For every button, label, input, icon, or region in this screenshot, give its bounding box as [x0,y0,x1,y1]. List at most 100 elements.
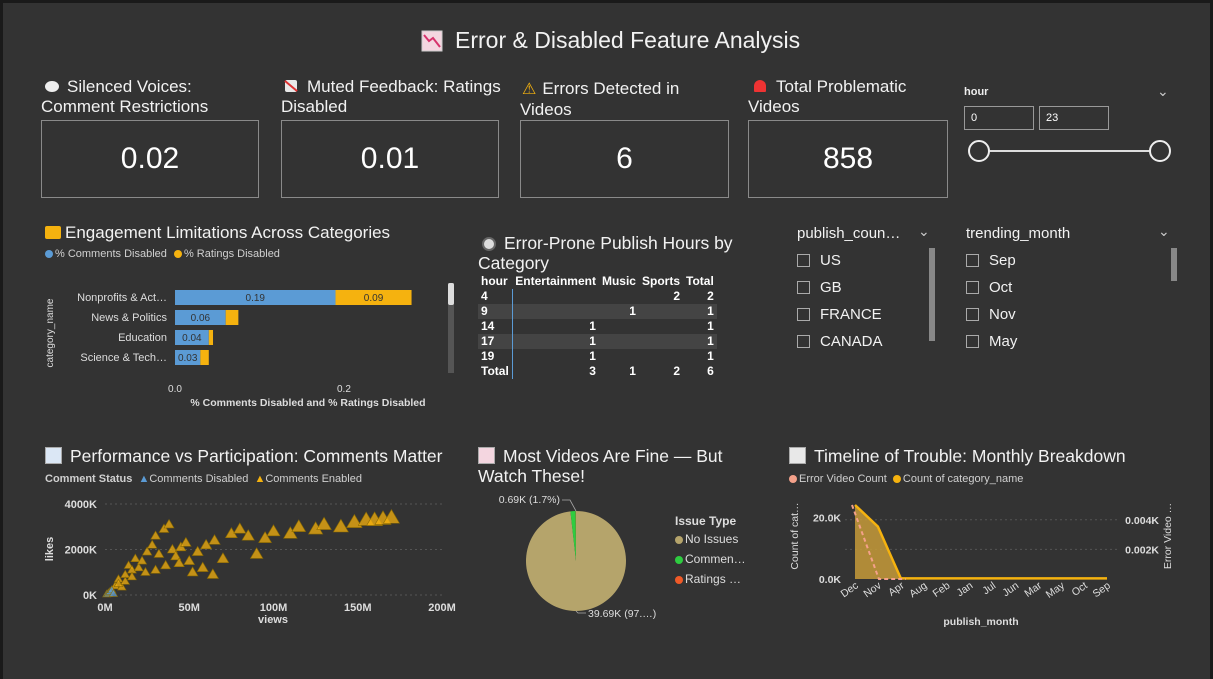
scrollbar[interactable] [1171,248,1177,281]
bar-segment [200,350,209,365]
x-tick-label: 200M [428,602,456,614]
legend-item: Error Video Count [799,473,887,485]
legend-dot [45,250,53,259]
country-option-gb[interactable]: GB [797,274,883,301]
legend-dot [675,575,683,584]
month-option-sep[interactable]: Sep [966,247,1017,274]
month-slicer-title: trending_month [966,225,1071,242]
hour-slider-min-handle[interactable] [968,140,990,162]
matrix-cell: 1 [707,334,714,348]
checkbox[interactable] [966,335,979,348]
option-label: May [989,333,1018,350]
data-label: 0.09 [364,293,384,304]
timeline-legend: Error Video Count Count of category_name [789,473,1189,485]
option-label: Oct [989,279,1013,296]
clock-icon [482,237,496,251]
pie-legend: Issue Type No Issues Commen… Ratings … [675,514,746,586]
chevron-down-icon[interactable]: ⌄ [1158,223,1170,240]
checkbox[interactable] [966,281,979,294]
x-tick-label: 50M [179,602,200,614]
x-tick-label: Sep [1091,580,1113,601]
checkbox[interactable] [797,281,810,294]
y-tick-label: 2000K [65,545,97,557]
checkbox[interactable] [966,254,979,267]
hour-slider-max-handle[interactable] [1149,140,1171,162]
dashboard-canvas: Error & Disabled Feature Analysis Silenc… [3,3,1210,679]
timeline-title: Timeline of Trouble: Monthly Breakdown [814,446,1126,466]
checkbox[interactable] [797,254,810,267]
hour-slicer[interactable]: hour ⌄ 0 23 [964,83,1174,173]
x-tick-label: Mar [1022,579,1044,599]
hour-max-input[interactable]: 23 [1039,106,1109,130]
card-value: 6 [616,142,633,175]
month-option-may[interactable]: May [966,328,1017,355]
scrollbar[interactable] [929,248,935,341]
matrix-cell: 1 [589,334,596,348]
matrix-cell: 1 [629,364,636,378]
scatter-point [186,566,199,577]
matrix-cell [639,334,683,349]
option-label: FRANCE [820,306,882,323]
x-tick-label: Apr [886,579,907,598]
country-option-france[interactable]: FRANCE [797,301,883,328]
card-value: 0.02 [120,142,180,175]
card-label: Muted Feedback: Ratings Disabled [281,77,501,116]
matrix-cell: 1 [629,304,636,318]
x-tick-label: 0.2 [337,384,351,395]
matrix-row-header: 17 [478,334,513,349]
hour-slider-track[interactable] [976,150,1156,152]
y-axis-label-left: Count of cat… [789,502,801,569]
card-total-problematic[interactable]: Total Problematic Videos 858 [748,77,950,198]
pie-title: Most Videos Are Fine — But Watch These! [478,446,723,486]
scatter-point [266,524,281,537]
checkbox[interactable] [966,308,979,321]
performance-scatter: Performance vs Participation: Comments M… [45,446,465,631]
folder-icon [45,226,61,239]
checkbox[interactable] [797,335,810,348]
trending-month-slicer[interactable]: trending_month ⌄ Sep Oct Nov May [966,223,1181,355]
x-tick-label: Feb [931,580,953,600]
scrollbar[interactable] [448,283,454,373]
country-option-canada[interactable]: CANADA [797,328,883,355]
data-label: 39.69K (97.…) [588,608,656,620]
scatter-point [120,569,131,578]
matrix-cell [599,349,639,364]
card-value-box: 858 [748,120,948,198]
engagement-legend: % Comments Disabled % Ratings Disabled [45,248,465,260]
chevron-down-icon[interactable]: ⌄ [1157,83,1169,100]
publish-country-slicer[interactable]: publish_coun… ⌄ US GB FRANCE CANADA [797,223,937,355]
speech-bubble-icon [45,81,59,92]
chart-down-icon [421,30,443,51]
category-label: Nonprofits & Act… [77,292,167,304]
bar-segment [208,330,214,345]
matrix-cell: 2 [707,289,714,303]
country-option-us[interactable]: US [797,247,883,274]
y-axis-label: category_name [45,298,56,367]
scatter-point [150,564,161,574]
chevron-down-icon[interactable]: ⌄ [918,223,930,240]
month-option-nov[interactable]: Nov [966,301,1017,328]
checkbox[interactable] [797,308,810,321]
matrix-total-row: Total 3 1 2 6 [478,364,717,379]
scatter-title: Performance vs Participation: Comments M… [70,446,443,466]
siren-icon [754,80,766,92]
card-ratings-disabled[interactable]: Muted Feedback: Ratings Disabled 0.01 [281,77,501,198]
card-errors-detected[interactable]: ⚠ Errors Detected in Videos 6 [520,79,730,198]
x-tick-label: Jul [980,580,998,598]
card-comment-restrictions[interactable]: Silenced Voices: Comment Restrictions 0.… [41,77,261,198]
month-option-oct[interactable]: Oct [966,274,1017,301]
scatter-point [332,518,349,533]
legend-dot [789,475,797,484]
scatter-point [153,548,165,558]
matrix-row-header: 19 [478,349,513,364]
y-tick-label: 4000K [65,499,97,511]
matrix-header-row: hour Entertainment Music Sports Total [478,274,717,289]
engagement-chart: Engagement Limitations Across Categories… [45,223,465,413]
legend-item: Comments Disabled [149,473,249,485]
y-tick-label-right: 0.004K [1125,515,1159,527]
engagement-title: Engagement Limitations Across Categories [65,223,391,242]
warning-icon: ⚠ [522,81,537,98]
issue-pie-chart: Most Videos Are Fine — But Watch These! … [478,446,778,631]
matrix-table: hour Entertainment Music Sports Total 4 2… [478,274,717,379]
hour-min-input[interactable]: 0 [964,106,1034,130]
